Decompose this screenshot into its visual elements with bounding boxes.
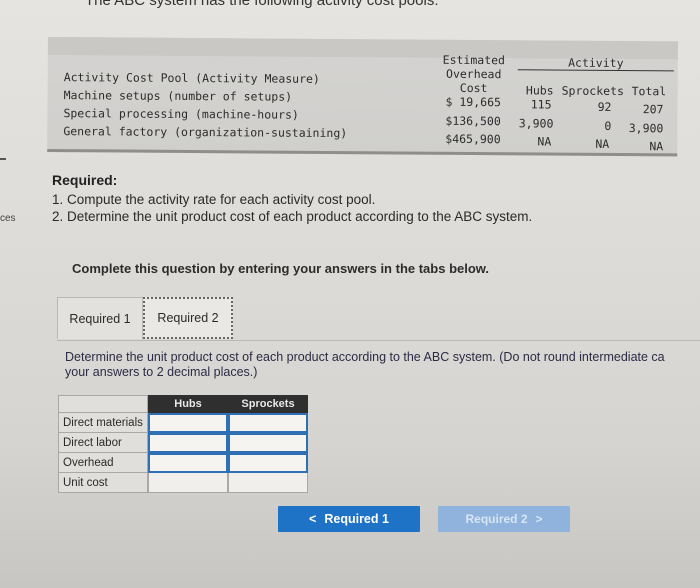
table-row-sprockets: 92 — [597, 99, 612, 114]
table-row-total: 3,900 — [628, 121, 664, 136]
pool-column-header: Activity Cost Pool (Activity Measure) — [63, 70, 320, 86]
row-label-direct-labor: Direct labor — [58, 433, 148, 453]
required-item: 2. Determine the unit product cost of ea… — [52, 209, 533, 224]
table-row-sprockets: 0 — [604, 118, 612, 133]
required-title: Required: — [52, 172, 118, 188]
next-button-label: Required 2 — [465, 512, 528, 526]
table-row-pool: Machine setups (number of setups) — [63, 88, 293, 104]
table-row-total: NA — [649, 139, 664, 154]
side-divider — [0, 158, 6, 160]
col-header-sprockets: Sprockets — [228, 395, 308, 413]
col-header-total: Total — [631, 84, 667, 99]
table-row-pool: General factory (organization-sustaining… — [63, 124, 348, 141]
direct-materials-sprockets-input[interactable] — [228, 413, 308, 433]
tab-required-1[interactable]: Required 1 — [57, 297, 143, 339]
table-row-sprockets: NA — [595, 136, 610, 151]
complete-instruction: Complete this question by entering your … — [72, 261, 490, 276]
unit-cost-sprockets-cell — [228, 473, 308, 493]
table-row-cost: $ 19,665 — [445, 94, 501, 110]
tab-required-2[interactable]: Required 2 — [143, 297, 233, 339]
chevron-left-icon: < — [309, 512, 317, 526]
table-row-hubs: 3,900 — [518, 116, 554, 131]
direct-labor-sprockets-input[interactable] — [228, 433, 308, 453]
col-header-hubs: Hubs — [148, 395, 228, 413]
unit-cost-hubs-cell — [148, 473, 228, 493]
table-row-hubs: NA — [537, 134, 552, 149]
col-header-sprockets: Sprockets — [561, 83, 624, 99]
header-blank-cell — [58, 395, 148, 413]
next-required-2-button[interactable]: Required 2 > — [438, 506, 570, 532]
overhead-hubs-input[interactable] — [148, 453, 228, 473]
overhead-sprockets-input[interactable] — [228, 453, 308, 473]
chevron-right-icon: > — [535, 512, 543, 526]
table-row-hubs: 115 — [530, 97, 552, 112]
row-label-overhead: Overhead — [58, 453, 148, 473]
prev-required-1-button[interactable]: < Required 1 — [278, 506, 420, 532]
direct-labor-hubs-input[interactable] — [148, 433, 228, 453]
col-header-hubs: Hubs — [525, 83, 554, 98]
row-label-unit-cost: Unit cost — [58, 473, 148, 493]
table-row-pool: Special processing (machine-hours) — [63, 106, 299, 122]
table-row-cost: $136,500 — [445, 113, 501, 129]
table-row-total: 207 — [642, 102, 664, 117]
prev-button-label: Required 1 — [324, 512, 389, 526]
table-row-cost: $465,900 — [445, 131, 501, 147]
cost-pool-table: Estimated Overhead Cost Activity Activit… — [47, 37, 678, 157]
required-item: 1. Compute the activity rate for each ac… — [52, 192, 376, 207]
side-nav-fragment: ces — [0, 213, 16, 224]
intro-text: The ABC system has the following activit… — [85, 0, 439, 9]
estimated-overhead-header: Estimated Overhead Cost — [442, 52, 506, 96]
instruction-text: Determine the unit product cost of each … — [65, 350, 665, 379]
tabs-divider — [57, 340, 700, 341]
direct-materials-hubs-input[interactable] — [148, 413, 228, 433]
activity-header: Activity — [517, 55, 674, 72]
row-label-direct-materials: Direct materials — [58, 413, 148, 433]
